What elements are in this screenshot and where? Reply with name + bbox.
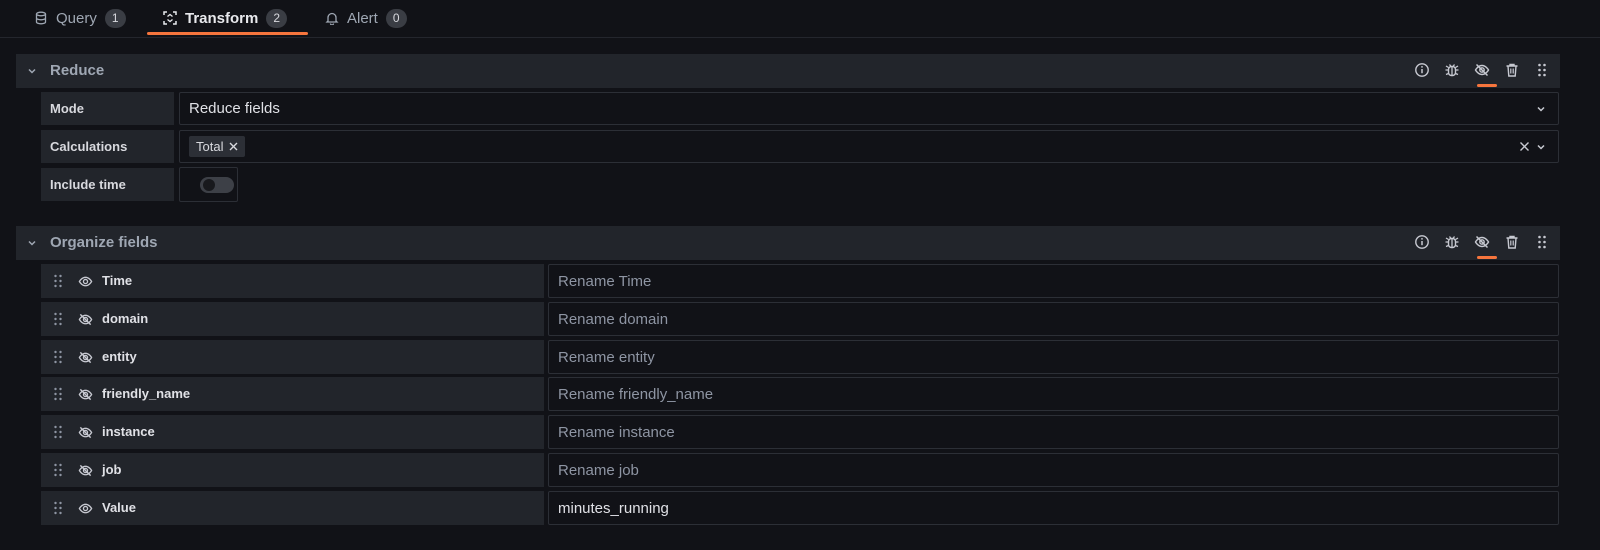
bug-icon[interactable] (1444, 234, 1460, 250)
eye-slash-icon[interactable] (1474, 234, 1490, 250)
tab-alert[interactable]: Alert 0 (325, 0, 407, 36)
tab-bar: Query 1 Transform 2 Alert 0 (0, 0, 1600, 38)
organize-field-row: Time (41, 264, 1559, 298)
reduce-header[interactable]: Reduce (16, 54, 1560, 88)
rename-field-input[interactable] (548, 340, 1559, 374)
include-time-toggle[interactable] (200, 177, 234, 193)
rename-field-input[interactable] (548, 264, 1559, 298)
field-name: Value (102, 500, 136, 515)
organize-field-row: domain (41, 302, 1559, 336)
field-name-cell: job (41, 453, 544, 487)
drag-handle-icon[interactable] (53, 501, 63, 515)
tab-transform-label: Transform (185, 9, 259, 27)
calculation-chip: Total (189, 136, 246, 157)
drag-handle-icon[interactable] (53, 463, 63, 477)
reduce-title: Reduce (50, 62, 105, 79)
calculations-multiselect[interactable]: Total (179, 130, 1559, 163)
field-name-cell: Time (41, 264, 544, 298)
drag-handle-icon[interactable] (1534, 62, 1550, 78)
organize-title: Organize fields (50, 234, 158, 251)
field-name-cell: entity (41, 340, 544, 374)
field-name: entity (102, 349, 137, 364)
include-time-label: Include time (41, 168, 174, 201)
drag-handle-icon[interactable] (53, 274, 63, 288)
organize-field-row: Value (41, 491, 1559, 525)
eye-slash-icon[interactable] (78, 463, 93, 478)
eye-slash-icon[interactable] (78, 387, 93, 402)
chevron-down-icon[interactable] (26, 65, 38, 77)
calculations-label: Calculations (41, 130, 174, 163)
drag-handle-icon[interactable] (53, 425, 63, 439)
chevron-down-icon[interactable] (26, 237, 38, 249)
eye-icon[interactable] (78, 274, 93, 289)
organize-header[interactable]: Organize fields (16, 226, 1560, 260)
tab-query[interactable]: Query 1 (34, 0, 126, 36)
field-name: job (102, 462, 122, 477)
reduce-header-actions (1414, 62, 1550, 78)
field-name: instance (102, 424, 155, 439)
chevron-down-icon[interactable] (1535, 103, 1547, 115)
drag-handle-icon[interactable] (53, 387, 63, 401)
organize-field-row: friendly_name (41, 377, 1559, 411)
eye-slash-active-indicator (1477, 84, 1497, 87)
tab-query-label: Query (56, 9, 97, 27)
chevron-down-icon[interactable] (1535, 141, 1547, 153)
field-name-cell: instance (41, 415, 544, 449)
field-name: friendly_name (102, 386, 191, 401)
rename-field-input[interactable] (548, 302, 1559, 336)
remove-chip-icon[interactable] (229, 142, 238, 151)
drag-handle-icon[interactable] (53, 312, 63, 326)
bug-icon[interactable] (1444, 62, 1460, 78)
bell-icon (325, 11, 339, 25)
drag-handle-icon[interactable] (1534, 234, 1550, 250)
include-time-field (179, 167, 238, 202)
info-icon[interactable] (1414, 62, 1430, 78)
eye-slash-icon[interactable] (78, 312, 93, 327)
field-name-cell: friendly_name (41, 377, 544, 411)
tab-query-count: 1 (104, 8, 126, 28)
field-name: Time (102, 273, 133, 288)
eye-slash-icon[interactable] (1474, 62, 1490, 78)
eye-slash-icon[interactable] (78, 350, 93, 365)
toggle-knob (203, 179, 215, 191)
organize-field-row: entity (41, 340, 1559, 374)
database-icon (34, 11, 48, 25)
tab-alert-count: 0 (385, 8, 407, 28)
rename-field-input[interactable] (548, 377, 1559, 411)
clear-icon[interactable] (1518, 140, 1531, 153)
calculation-chip-label: Total (196, 139, 224, 154)
organize-header-actions (1414, 234, 1550, 250)
rename-field-input[interactable] (548, 453, 1559, 487)
mode-select[interactable]: Reduce fields (179, 92, 1559, 125)
organize-field-row: job (41, 453, 1559, 487)
transform-icon (163, 11, 177, 25)
field-name: domain (102, 311, 149, 326)
eye-slash-icon[interactable] (78, 425, 93, 440)
mode-label: Mode (41, 92, 174, 125)
rename-field-input[interactable] (548, 415, 1559, 449)
rename-field-input[interactable] (548, 491, 1559, 525)
eye-icon[interactable] (78, 501, 93, 516)
info-icon[interactable] (1414, 234, 1430, 250)
eye-slash-active-indicator (1477, 256, 1497, 259)
field-name-cell: Value (41, 491, 544, 525)
mode-select-value: Reduce fields (189, 100, 280, 117)
tab-transform[interactable]: Transform 2 (163, 0, 288, 36)
organize-field-row: instance (41, 415, 1559, 449)
active-tab-indicator (147, 32, 308, 35)
tab-alert-label: Alert (347, 9, 378, 27)
trash-icon[interactable] (1504, 234, 1520, 250)
trash-icon[interactable] (1504, 62, 1520, 78)
tab-transform-count: 2 (266, 8, 288, 28)
drag-handle-icon[interactable] (53, 350, 63, 364)
field-name-cell: domain (41, 302, 544, 336)
